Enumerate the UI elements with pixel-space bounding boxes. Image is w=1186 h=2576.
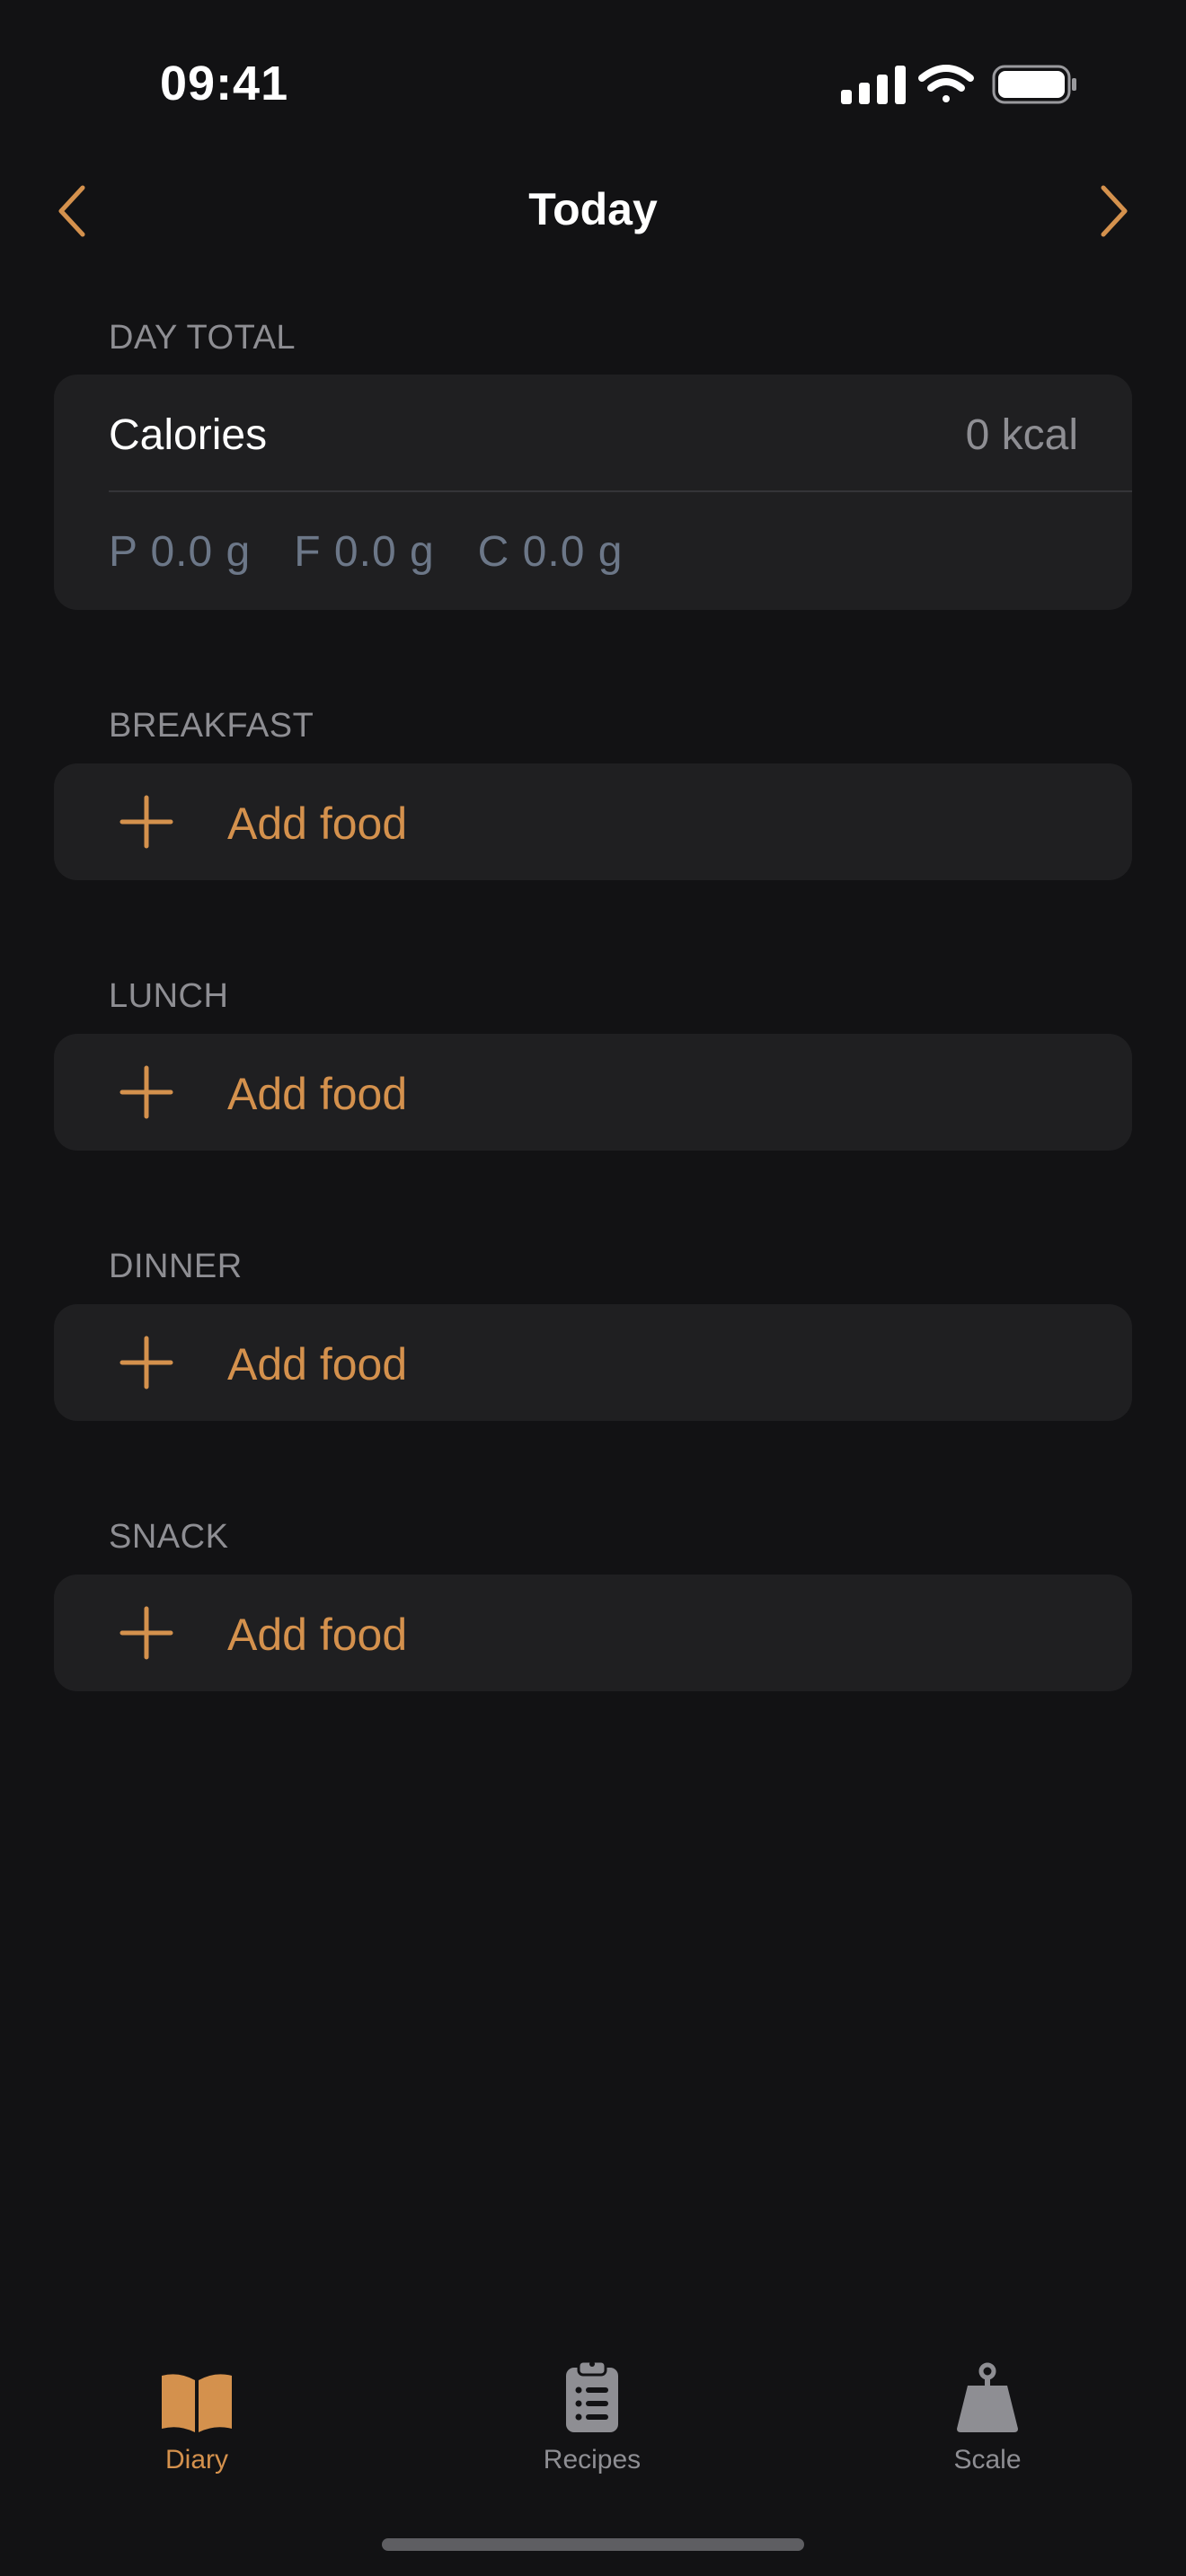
next-day-button[interactable] bbox=[1078, 175, 1150, 247]
tab-diary[interactable]: Diary bbox=[98, 2353, 296, 2497]
fat-value: F 0.0 g bbox=[294, 528, 435, 576]
chevron-right-icon bbox=[1101, 185, 1128, 237]
add-food-label: Add food bbox=[227, 798, 408, 849]
day-total-card: Calories 0 kcal P 0.0 g F 0.0 g C 0.0 g bbox=[54, 375, 1132, 610]
divider bbox=[109, 490, 1132, 492]
tab-label: Diary bbox=[164, 2445, 228, 2475]
meal-header-lunch: LUNCH bbox=[109, 977, 229, 1015]
add-food-button-dinner[interactable]: Add food bbox=[54, 1304, 1132, 1421]
meal-header-breakfast: BREAKFAST bbox=[109, 707, 314, 745]
add-food-button-snack[interactable]: Add food bbox=[54, 1575, 1132, 1691]
meal-header-dinner: DINNER bbox=[109, 1248, 243, 1285]
protein-value: P 0.0 g bbox=[109, 528, 252, 576]
plus-icon bbox=[119, 1336, 173, 1389]
weight-icon bbox=[957, 2362, 1018, 2432]
tab-label: Scale bbox=[953, 2445, 1022, 2475]
battery-icon bbox=[992, 65, 1076, 104]
plus-icon bbox=[119, 1606, 173, 1660]
plus-icon bbox=[119, 795, 173, 849]
wifi-icon bbox=[918, 65, 974, 102]
add-food-label: Add food bbox=[227, 1339, 408, 1389]
cellular-signal-icon bbox=[841, 66, 906, 104]
tab-label: Recipes bbox=[543, 2445, 642, 2475]
meal-header-snack: SNACK bbox=[109, 1518, 229, 1556]
status-time: 09:41 bbox=[160, 57, 289, 110]
add-food-label: Add food bbox=[227, 1610, 408, 1660]
plus-icon bbox=[119, 1065, 173, 1119]
tab-recipes[interactable]: Recipes bbox=[493, 2353, 691, 2497]
calories-label: Calories bbox=[109, 411, 268, 459]
status-icons bbox=[839, 63, 1082, 118]
home-indicator bbox=[382, 2538, 804, 2551]
page-title: Today bbox=[528, 184, 658, 234]
book-icon bbox=[162, 2374, 232, 2432]
macros-row: P 0.0 g F 0.0 g C 0.0 g bbox=[109, 527, 623, 577]
day-total-header: DAY TOTAL bbox=[109, 319, 296, 357]
add-food-label: Add food bbox=[227, 1069, 408, 1119]
tab-scale[interactable]: Scale bbox=[889, 2353, 1086, 2497]
add-food-button-breakfast[interactable]: Add food bbox=[54, 763, 1132, 880]
carbs-value: C 0.0 g bbox=[477, 528, 624, 576]
clipboard-list-icon bbox=[566, 2360, 618, 2432]
calories-value: 0 kcal bbox=[965, 411, 1078, 459]
add-food-button-lunch[interactable]: Add food bbox=[54, 1034, 1132, 1151]
